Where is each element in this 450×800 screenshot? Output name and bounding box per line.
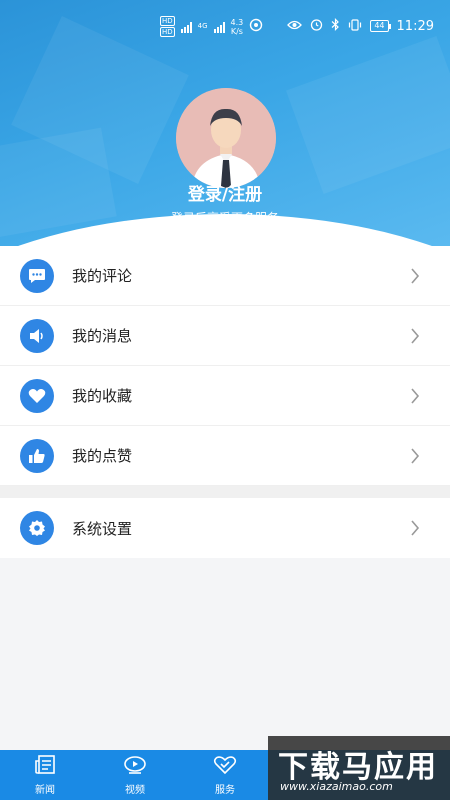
alarm-icon [310,18,323,34]
menu-item-label: 我的点赞 [72,447,133,465]
signal-icon [180,21,192,33]
login-subtitle: 登录后享受更多服务 [170,211,279,225]
menu-item-settings[interactable]: 系统设置 [0,498,450,558]
vibrate-icon [348,18,362,34]
eye-icon [287,19,303,33]
nav-label: 视频 [125,784,145,796]
heart-icon [20,378,54,413]
status-bar: HD HD 4G 4.3 K/s 44 11:29 [0,0,450,52]
avatar[interactable] [176,88,276,188]
comment-icon [20,258,54,293]
login-register-link[interactable]: 登录/注册 [0,180,450,205]
chevron-right-icon [410,520,420,540]
menu-list: 我的评论 我的消息 我的收藏 我的点赞 系统设置 [0,246,450,558]
service-icon [213,755,237,779]
nav-label: 新闻 [35,784,55,796]
hd-label: HD [160,16,175,26]
bluetooth-icon [331,18,340,34]
hd-label-2: HD [160,27,175,37]
hotspot-icon [249,18,263,35]
chevron-right-icon [410,268,420,288]
speaker-icon [20,318,54,353]
menu-item-label: 我的收藏 [72,387,133,405]
menu-item-favorites[interactable]: 我的收藏 [0,366,450,426]
watermark: 下载马应用 www.xiazaimao.com [268,736,450,800]
nav-tab-service[interactable]: 服务 [180,750,270,800]
menu-item-likes[interactable]: 我的点赞 [0,426,450,486]
network-type: 4G [197,22,208,30]
menu-item-label: 我的消息 [72,327,133,345]
battery-indicator: 44 [370,20,391,32]
gear-icon [20,511,54,545]
section-divider [0,486,450,498]
chevron-right-icon [410,328,420,348]
speed-unit: K/s [230,26,243,36]
menu-item-messages[interactable]: 我的消息 [0,306,450,366]
news-icon [34,754,56,779]
nav-tab-video[interactable]: 视频 [90,750,180,800]
status-time: 11:29 [396,18,434,34]
nav-label: 服务 [215,784,235,796]
chevron-right-icon [410,448,420,468]
nav-tab-news[interactable]: 新闻 [0,750,90,800]
thumbs-up-icon [20,438,54,473]
signal-icon-2 [213,21,225,33]
network-speed: 4.3 K/s [231,18,244,36]
menu-item-label: 我的评论 [72,267,133,285]
video-icon [123,755,147,779]
chevron-right-icon [410,388,420,408]
menu-item-label: 系统设置 [72,519,133,538]
speed-value: 4.3 [230,17,244,27]
menu-item-comments[interactable]: 我的评论 [0,246,450,306]
watermark-url: www.xiazaimao.com [280,780,393,793]
